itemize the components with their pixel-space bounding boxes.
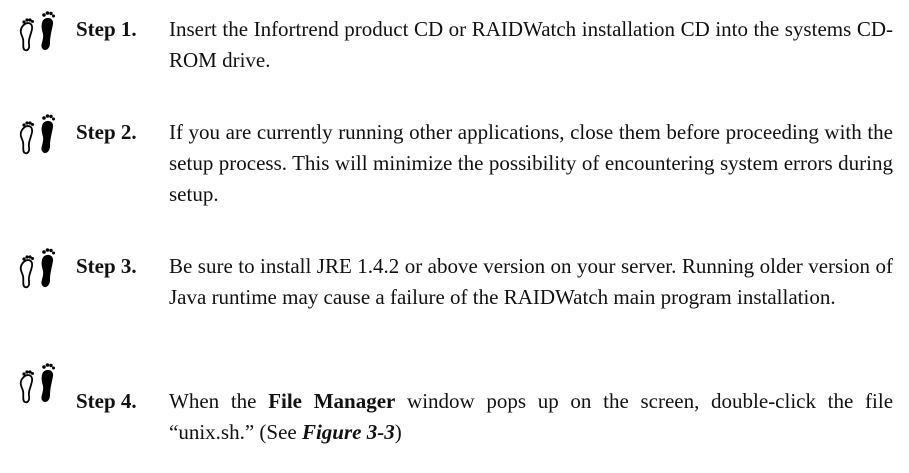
footprints-icon <box>19 363 55 404</box>
step-label: Step 2. <box>76 120 137 144</box>
step-label: Step 3. <box>76 254 137 278</box>
step-text: When the File Manager window pops up on … <box>169 386 893 448</box>
footprints-icon <box>19 114 55 155</box>
figure-reference: Figure 3-3 <box>301 420 395 444</box>
ui-element-name: File Manager <box>268 389 396 413</box>
step-text-part: When the <box>169 389 269 413</box>
step-label: Step 1. <box>76 17 137 41</box>
step-text: Be sure to install JRE 1.4.2 or above ve… <box>169 254 893 309</box>
step-text: Insert the Infortrend product CD or RAID… <box>169 17 893 72</box>
step-label: Step 4. <box>76 389 137 413</box>
step-text: If you are currently running other appli… <box>169 120 893 206</box>
step-text-part: ) <box>394 420 402 444</box>
footprints-icon <box>19 248 55 289</box>
footprints-icon <box>19 11 55 52</box>
